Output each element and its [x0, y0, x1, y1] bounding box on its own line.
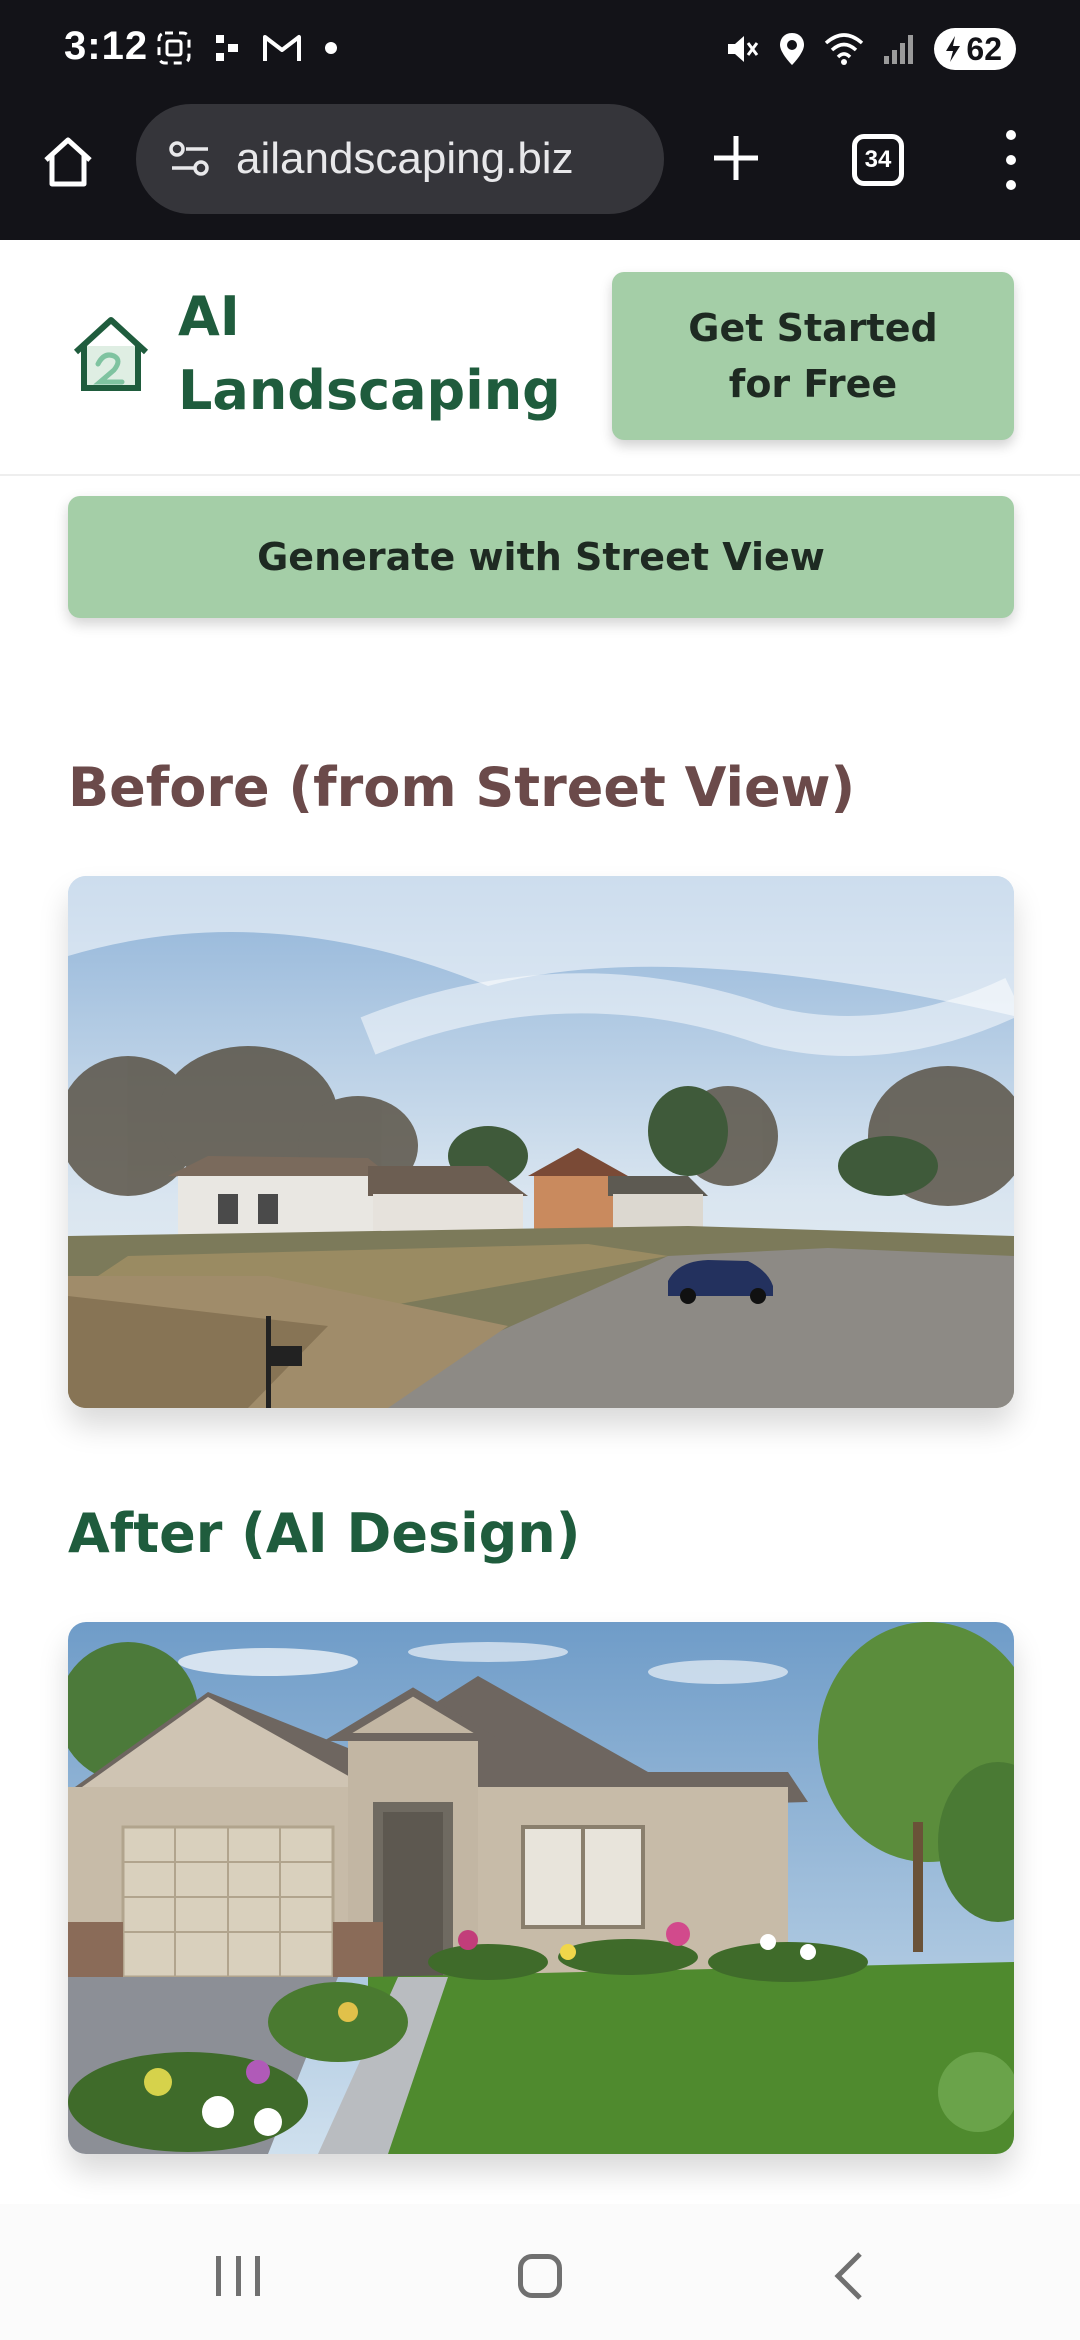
get-started-button[interactable]: Get Started for Free	[612, 272, 1014, 440]
gmail-icon	[263, 35, 301, 61]
address-bar[interactable]: ailandscaping.biz	[136, 104, 664, 214]
home-nav-icon[interactable]	[518, 2254, 562, 2298]
tab-count: 34	[864, 146, 892, 173]
house-logo-icon[interactable]	[70, 314, 152, 394]
tab-switcher-button[interactable]: 34	[852, 134, 904, 186]
status-right-icons: 62	[724, 28, 1016, 70]
after-title: After (AI Design)	[68, 1502, 581, 1565]
before-street-view-image	[68, 876, 1014, 1408]
browser-menu-icon[interactable]	[996, 130, 1026, 190]
battery-indicator: 62	[934, 28, 1016, 70]
recent-apps-icon[interactable]	[216, 2256, 260, 2296]
wifi-icon	[825, 33, 864, 65]
status-left-icons	[156, 30, 338, 66]
dots-icon	[216, 35, 238, 61]
signal-icon	[884, 35, 914, 64]
new-tab-icon[interactable]	[706, 128, 766, 188]
generate-street-view-button[interactable]: Generate with Street View	[68, 496, 1014, 618]
battery-level: 62	[966, 30, 1002, 67]
browser-toolbar: ailandscaping.biz 34	[0, 100, 1080, 240]
location-icon	[780, 33, 805, 65]
before-title: Before (from Street View)	[68, 756, 856, 819]
site-header: AI Landscaping Get Started for Free	[0, 240, 1080, 476]
home-icon[interactable]	[38, 132, 98, 192]
after-ai-design-image	[68, 1622, 1014, 2154]
back-icon[interactable]	[826, 2250, 870, 2302]
url-text[interactable]: ailandscaping.biz	[236, 134, 574, 184]
site-settings-icon[interactable]	[168, 139, 212, 179]
logo-line-landscaping: Landscaping	[178, 359, 561, 422]
site-logo-text[interactable]: AI Landscaping	[178, 280, 578, 428]
charging-icon	[946, 36, 961, 62]
logo-line-ai: AI	[178, 285, 240, 348]
mute-icon	[728, 36, 759, 62]
notification-dot-icon	[325, 42, 337, 54]
status-bar: 3:12 62	[0, 0, 1080, 100]
system-nav-bar	[0, 2204, 1080, 2340]
status-time: 3:12	[64, 24, 149, 68]
screenshot-icon	[157, 31, 191, 65]
